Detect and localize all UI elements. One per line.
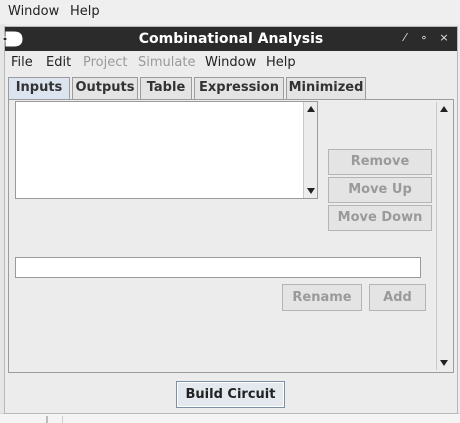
host-menu-help[interactable]: Help: [70, 4, 100, 19]
background-mark: [62, 416, 63, 423]
host-menu-window[interactable]: Window: [8, 4, 59, 19]
scroll-up-icon[interactable]: [440, 106, 448, 112]
input-variable-list[interactable]: [15, 101, 318, 199]
remove-button[interactable]: Remove: [328, 149, 432, 175]
window-menubar: File Edit Project Simulate Window Help: [5, 51, 457, 73]
background-mark: [46, 416, 48, 423]
tab-table[interactable]: Table: [140, 77, 192, 99]
window-title: Combinational Analysis: [138, 31, 324, 47]
rename-button[interactable]: Rename: [282, 284, 362, 311]
minimize-icon[interactable]: ⁄: [398, 31, 412, 45]
host-menubar: Window Help: [0, 0, 460, 24]
list-scrollbar[interactable]: [303, 102, 317, 198]
scroll-up-icon[interactable]: [307, 106, 315, 112]
move-down-button[interactable]: Move Down: [328, 205, 432, 231]
tab-expression[interactable]: Expression: [194, 77, 284, 99]
tab-outputs[interactable]: Outputs: [72, 77, 138, 99]
build-circuit-button[interactable]: Build Circuit: [176, 381, 285, 408]
variable-name-input[interactable]: [15, 257, 421, 278]
menu-edit[interactable]: Edit: [46, 55, 71, 70]
combinational-analysis-window: Combinational Analysis ⁄ ∘ × File Edit P…: [3, 26, 458, 414]
menu-project[interactable]: Project: [83, 55, 127, 70]
tab-inputs[interactable]: Inputs: [8, 77, 70, 100]
menu-window[interactable]: Window: [205, 55, 256, 70]
move-up-button[interactable]: Move Up: [328, 177, 432, 203]
menu-help[interactable]: Help: [266, 55, 296, 70]
add-button[interactable]: Add: [369, 284, 426, 311]
scroll-down-icon[interactable]: [440, 360, 448, 366]
scroll-down-icon[interactable]: [307, 188, 315, 194]
close-icon[interactable]: ×: [437, 31, 451, 45]
background-bottom: [0, 413, 460, 423]
tab-minimized[interactable]: Minimized: [286, 77, 366, 99]
maximize-icon[interactable]: ∘: [417, 31, 431, 45]
window-titlebar[interactable]: Combinational Analysis ⁄ ∘ ×: [3, 27, 457, 51]
panel-scrollbar[interactable]: [436, 102, 450, 370]
menu-simulate[interactable]: Simulate: [138, 55, 195, 70]
menu-file[interactable]: File: [11, 55, 33, 70]
